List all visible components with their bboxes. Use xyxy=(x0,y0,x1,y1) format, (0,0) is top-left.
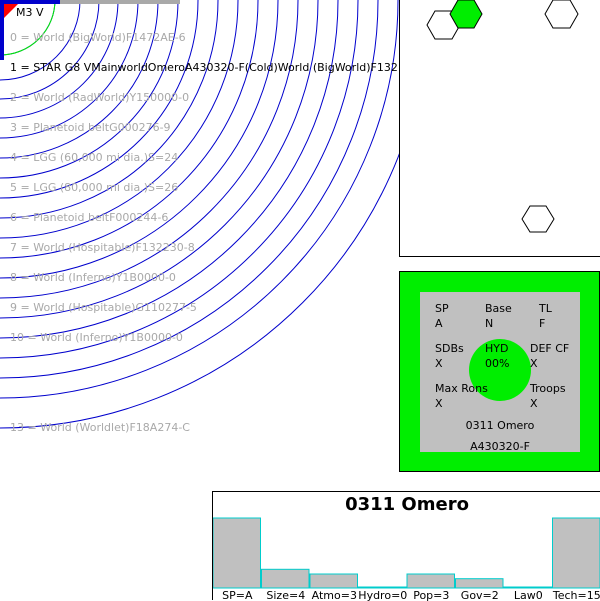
hex-map xyxy=(400,0,600,257)
orbit-label[interactable]: 2 = World (RadWorld)Y150000-0 xyxy=(10,91,189,104)
def-cf-cell: DEF CF X xyxy=(530,341,569,371)
star-label: M3 V xyxy=(16,6,44,19)
bar-chart-svg: SP=A Size=4 Atmo=3Hydro=0 Pop=3 Gov=2 Law0 Tec… xyxy=(213,492,600,601)
hex-map-panel xyxy=(399,0,600,257)
bar-tech-15 xyxy=(553,518,600,588)
bar-atmo-3 xyxy=(310,574,358,588)
bar-label: SP=A xyxy=(222,589,253,601)
orbit-label[interactable]: 10 = World (Inferno)Y1B0000-0 xyxy=(10,331,183,344)
bar-sp-a xyxy=(213,518,261,588)
bar-label: Law0 xyxy=(514,589,543,601)
troops-label: Troops xyxy=(530,382,566,395)
orbit-label[interactable]: 5 = LGG (80,000 mi dia.)S=26 xyxy=(10,181,178,194)
world-uwp: A430320-F xyxy=(420,440,580,453)
bar-label: Size=4 xyxy=(266,589,305,601)
orbit-ring xyxy=(0,0,99,99)
world-name: 0311 Omero xyxy=(420,419,580,432)
orbit-ring xyxy=(0,0,338,338)
troops-value: X xyxy=(530,396,566,411)
sp-label: SP xyxy=(435,302,449,315)
orbit-label[interactable]: 7 = World (Hospitable)F132230-8 xyxy=(10,241,195,254)
max-rons-label: Max Rons xyxy=(435,382,488,395)
zone-bar-blue-top xyxy=(0,0,60,4)
hex-cell[interactable] xyxy=(545,0,578,28)
world-info-inner: SP A Base N TL F SDBs X HYD 00% DEF CF X… xyxy=(420,292,580,452)
world-info-panel: SP A Base N TL F SDBs X HYD 00% DEF CF X… xyxy=(399,271,600,472)
base-value: N xyxy=(485,316,512,331)
max-rons-cell: Max Rons X xyxy=(435,381,488,411)
hyd-cell: HYD 00% xyxy=(485,341,509,371)
orbit-label[interactable]: 8 = World (Inferno)Y1B0000-0 xyxy=(10,271,176,284)
orbit-label[interactable]: 9 = World (Hospitable)G110277-5 xyxy=(10,301,197,314)
troops-cell: Troops X xyxy=(530,381,566,411)
orbit-label[interactable]: 13 = World (Worldlet)F18A274-C xyxy=(10,421,190,434)
orbit-label[interactable]: 0 = World (BigWorld)F1472AE-6 xyxy=(10,31,186,44)
bar-pop-3 xyxy=(407,574,455,588)
zone-bar-blue-left xyxy=(0,0,4,60)
orbit-label[interactable]: 3 = Planetoid beltG000276-9 xyxy=(10,121,171,134)
bar-law0 xyxy=(504,587,552,588)
hex-cell[interactable] xyxy=(522,206,554,232)
sp-value: A xyxy=(435,316,449,331)
def-cf-label: DEF CF xyxy=(530,342,569,355)
orbit-label[interactable]: 1 = STAR G8 VMainworldOmeroA430320-F(Col… xyxy=(10,61,398,74)
tl-label: TL xyxy=(539,302,552,315)
hyd-label: HYD xyxy=(485,342,508,355)
bar-size-4 xyxy=(262,569,310,588)
profile-bar-chart: 0311 Omero SP=ASize=4Atmo=3Hydro=0Pop=3G… xyxy=(212,491,600,600)
orbit-label[interactable]: 6 = Planetoid beltF000244-6 xyxy=(10,211,168,224)
bar-hydro-0 xyxy=(359,587,407,588)
bar-label: Tech=15 xyxy=(552,589,600,601)
orbit-ring xyxy=(0,0,158,158)
base-label: Base xyxy=(485,302,512,315)
bar-label: Pop=3 xyxy=(413,589,449,601)
def-cf-value: X xyxy=(530,356,569,371)
sdbs-cell: SDBs X xyxy=(435,341,464,371)
base-cell: Base N xyxy=(485,301,512,331)
bar-label: Gov=2 xyxy=(461,589,499,601)
sp-cell: SP A xyxy=(435,301,449,331)
tl-value: F xyxy=(539,316,552,331)
tl-cell: TL F xyxy=(539,301,552,331)
bar-label: Atmo=3 xyxy=(312,589,357,601)
sdbs-value: X xyxy=(435,356,464,371)
bar-gov-2 xyxy=(456,579,504,588)
hyd-value: 00% xyxy=(485,356,509,371)
sdbs-label: SDBs xyxy=(435,342,464,355)
orbit-label[interactable]: 4 = LGG (60,000 mi dia.)S=24 xyxy=(10,151,178,164)
bar-label: Hydro=0 xyxy=(358,589,407,601)
max-rons-value: X xyxy=(435,396,488,411)
